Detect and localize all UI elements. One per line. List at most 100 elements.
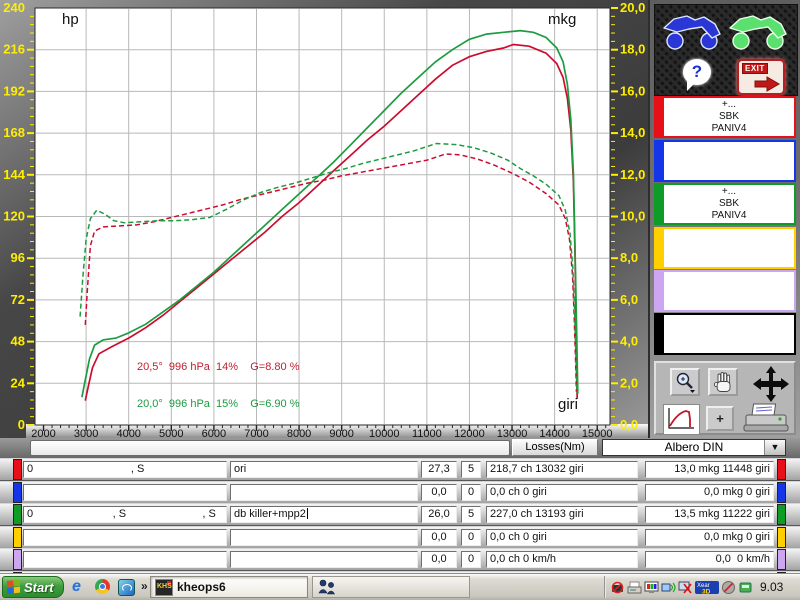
- internet-explorer-icon[interactable]: e: [72, 578, 90, 596]
- curve-color-strip: [13, 459, 22, 480]
- cell-v2[interactable]: 0: [461, 551, 481, 568]
- quicklaunch-overflow-chevron[interactable]: »: [141, 579, 148, 593]
- svg-text:96: 96: [11, 250, 25, 265]
- cell-f1[interactable]: [23, 551, 227, 568]
- cell-v1[interactable]: 0,0: [421, 529, 457, 546]
- svg-text:10000: 10000: [369, 428, 400, 438]
- cell-f1[interactable]: [23, 529, 227, 546]
- curve-preset-button-4[interactable]: [654, 227, 796, 269]
- help-button[interactable]: ?: [681, 57, 715, 93]
- side-panel: ? EXIT +...SBKPANIV4 +...SBKPANIV4: [648, 0, 800, 438]
- svg-text:6,0: 6,0: [620, 292, 638, 307]
- svg-text:168: 168: [3, 125, 25, 140]
- curve-color-strip: [777, 459, 786, 480]
- svg-text:216: 216: [3, 42, 25, 57]
- cell-v2[interactable]: 0: [461, 484, 481, 501]
- preset-label: +...SBKPANIV4: [664, 98, 794, 136]
- zoom-tool-button[interactable]: [670, 368, 700, 396]
- shaft-select[interactable]: Albero DIN ▼: [602, 439, 786, 456]
- cell-v2[interactable]: 0: [461, 529, 481, 546]
- exit-label: EXIT: [742, 63, 768, 74]
- cell-f4[interactable]: 0,0 0 km/h: [645, 551, 774, 568]
- cell-f4[interactable]: 13,5 mkg 11222 giri: [645, 506, 774, 523]
- load-curve-blue-bike-button[interactable]: [661, 11, 723, 53]
- kheops6-icon: KHS: [155, 579, 173, 596]
- svg-text:12,0: 12,0: [620, 167, 645, 182]
- cell-f2[interactable]: [230, 551, 418, 568]
- task-button-kheops6[interactable]: KHS kheops6: [150, 576, 308, 598]
- curve-preset-button-3[interactable]: +...SBKPANIV4: [654, 183, 796, 225]
- cell-v1[interactable]: 0,0: [421, 551, 457, 568]
- preset-color-strip: [656, 272, 664, 310]
- curve-preset-button-1[interactable]: +...SBKPANIV4: [654, 96, 796, 138]
- svg-text:24: 24: [11, 375, 26, 390]
- wireless-signal-icon[interactable]: [661, 580, 676, 595]
- chart-tools-panel: +: [654, 361, 796, 435]
- svg-text:120: 120: [3, 209, 25, 224]
- preset-label: +...SBKPANIV4: [664, 185, 794, 223]
- svg-text:0: 0: [18, 417, 25, 432]
- question-mark: ?: [692, 62, 702, 82]
- device-disabled-icon[interactable]: [610, 580, 625, 595]
- cell-f4[interactable]: 0,0 mkg 0 giri: [645, 484, 774, 501]
- svg-text:14000: 14000: [539, 428, 570, 438]
- preset-color-strip: [656, 185, 664, 223]
- curve-color-strip: [13, 527, 22, 548]
- shaft-select-value: Albero DIN: [665, 440, 724, 454]
- cell-f3[interactable]: 227,0 ch 13193 giri: [486, 506, 638, 523]
- preset-label: [664, 229, 794, 267]
- cell-f4[interactable]: 13,0 mkg 11448 giri: [645, 461, 774, 478]
- dropdown-arrow-icon[interactable]: ▼: [764, 440, 785, 455]
- cell-v1[interactable]: 26,0: [421, 506, 457, 523]
- curve-preset-button-5[interactable]: [654, 270, 796, 312]
- cell-v1[interactable]: 0,0: [421, 484, 457, 501]
- network-offline-icon[interactable]: [678, 580, 693, 595]
- cell-f3[interactable]: 0,0 ch 0 km/h: [486, 551, 638, 568]
- svg-text:48: 48: [11, 334, 25, 349]
- xear3d-icon[interactable]: Xear 3D: [695, 580, 719, 595]
- cell-f2[interactable]: db killer+mpp2: [230, 506, 418, 523]
- cell-v2[interactable]: 5: [461, 461, 481, 478]
- scanner-icon[interactable]: [627, 580, 642, 595]
- cell-f1[interactable]: 0 , S , S: [23, 506, 227, 523]
- cell-f1[interactable]: [23, 484, 227, 501]
- svg-text:8,0: 8,0: [620, 250, 638, 265]
- exit-button[interactable]: EXIT: [737, 59, 785, 95]
- cell-f2[interactable]: ori: [230, 461, 418, 478]
- cell-v2[interactable]: 5: [461, 506, 481, 523]
- move-cross-icon[interactable]: [748, 364, 794, 404]
- preset-color-strip: [656, 98, 664, 136]
- svg-text:13000: 13000: [497, 428, 528, 438]
- curve-preset-button-2[interactable]: [654, 140, 796, 182]
- cell-f2[interactable]: [230, 484, 418, 501]
- task-button-2[interactable]: [312, 576, 470, 598]
- display-settings-icon[interactable]: [644, 580, 659, 595]
- cell-v1[interactable]: 27,3: [421, 461, 457, 478]
- pan-tool-button[interactable]: [708, 368, 738, 396]
- print-button[interactable]: [740, 401, 794, 435]
- cell-f3[interactable]: 0,0 ch 0 giri: [486, 484, 638, 501]
- preset-label: [664, 315, 794, 353]
- dyno-chart[interactable]: 0244872961201441681922162400,02,04,06,08…: [0, 0, 648, 438]
- curve-color-strip: [777, 504, 786, 525]
- cell-f1[interactable]: 0 , S: [23, 461, 227, 478]
- taskbar: Start e » KHS kheops6: [0, 573, 800, 600]
- curve-preset-button-6[interactable]: [654, 313, 796, 355]
- start-label: Start: [24, 580, 54, 595]
- volume-muted-icon[interactable]: [721, 580, 736, 595]
- add-button[interactable]: +: [706, 406, 734, 431]
- svg-text:192: 192: [3, 83, 25, 98]
- cell-f3[interactable]: 218,7 ch 13032 giri: [486, 461, 638, 478]
- chrome-icon[interactable]: [95, 578, 113, 596]
- removable-device-icon[interactable]: [738, 580, 753, 595]
- cell-f3[interactable]: 0,0 ch 0 giri: [486, 529, 638, 546]
- blue-motorcycle-icon: [661, 11, 723, 53]
- load-curve-green-bike-button[interactable]: [727, 11, 789, 53]
- losses-button[interactable]: Losses(Nm): [512, 439, 598, 456]
- cell-f2[interactable]: [230, 529, 418, 546]
- media-player-icon[interactable]: [118, 578, 136, 596]
- curve-display-button[interactable]: [663, 404, 700, 435]
- start-button[interactable]: Start: [2, 576, 64, 598]
- cell-f4[interactable]: 0,0 mkg 0 giri: [645, 529, 774, 546]
- empty-input-strip[interactable]: [30, 440, 510, 456]
